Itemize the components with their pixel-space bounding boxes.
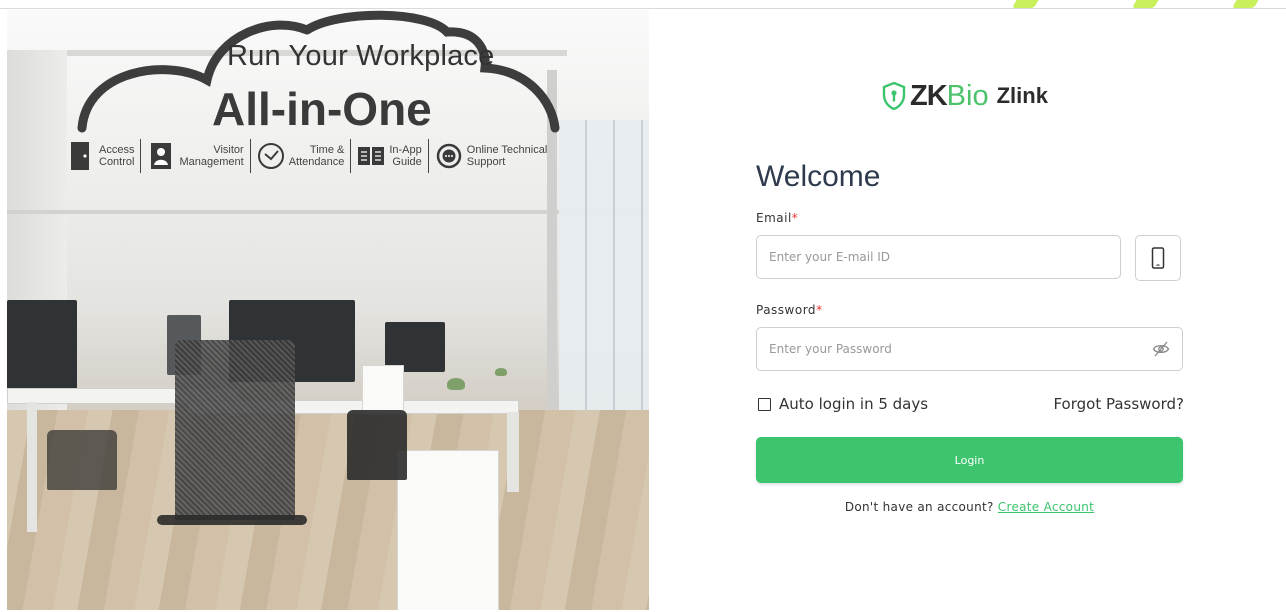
feature-online-support: Online Technical Support xyxy=(435,138,548,174)
signup-prompt-text: Don't have an account? xyxy=(844,500,994,514)
clock-icon xyxy=(257,142,285,170)
feature-in-app-guide: In-App Guide xyxy=(357,138,422,174)
email-label: Email* xyxy=(756,211,799,225)
hero-headline-bold: All-in-One xyxy=(212,83,432,135)
decorative-accent xyxy=(986,0,1286,9)
page-title: Welcome xyxy=(756,160,881,193)
feature-label: Online Technical Support xyxy=(466,144,548,168)
auto-login-checkbox[interactable]: Auto login in 5 days xyxy=(758,395,928,413)
feature-label: In-App Guide xyxy=(389,144,422,168)
login-button[interactable]: Login xyxy=(756,437,1183,483)
book-icon xyxy=(357,142,385,170)
password-input[interactable]: Enter your Password xyxy=(756,327,1183,371)
forgot-password-link[interactable]: Forgot Password? xyxy=(1053,395,1184,413)
email-input[interactable]: Enter your E-mail ID xyxy=(756,235,1121,279)
auto-login-label: Auto login in 5 days xyxy=(779,395,929,413)
feature-label: Visitor Management xyxy=(179,144,244,168)
brand-name-zk: ZK xyxy=(910,79,948,112)
door-icon xyxy=(67,142,95,170)
hero-headline: Run Your Workplace xyxy=(227,40,495,72)
eye-slash-icon[interactable] xyxy=(1152,340,1170,361)
required-mark: * xyxy=(816,303,823,317)
feature-access-control: Access Control xyxy=(67,138,134,174)
checkbox[interactable] xyxy=(758,397,771,411)
password-label: Password* xyxy=(756,303,823,317)
feature-label: Time & Attendance xyxy=(288,144,345,168)
mobile-phone-icon xyxy=(1151,247,1165,269)
brand-logo: ZK Bio Zlink xyxy=(882,80,1048,112)
signup-prompt: Don't have an account? Create Account xyxy=(756,500,1183,514)
feature-label: Access Control xyxy=(99,144,135,168)
required-mark: * xyxy=(791,211,799,225)
email-placeholder: Enter your E-mail ID xyxy=(769,250,891,264)
hero-banner: Run Your Workplace All-in-One Access Con… xyxy=(7,10,649,610)
create-account-link[interactable]: Create Account xyxy=(998,500,1094,514)
shield-icon xyxy=(882,82,906,110)
visitor-badge-icon xyxy=(147,142,175,170)
password-placeholder: Enter your Password xyxy=(769,342,892,356)
feature-visitor-management: Visitor Management xyxy=(147,138,244,174)
feature-strip: Access Control Visitor Management Time &… xyxy=(67,138,547,174)
brand-name-bio: Bio xyxy=(946,79,989,112)
phone-login-toggle-button[interactable] xyxy=(1135,235,1181,281)
support-chat-icon xyxy=(435,142,463,170)
product-name: Zlink xyxy=(996,83,1048,108)
feature-time-attendance: Time & Attendance xyxy=(257,138,345,174)
